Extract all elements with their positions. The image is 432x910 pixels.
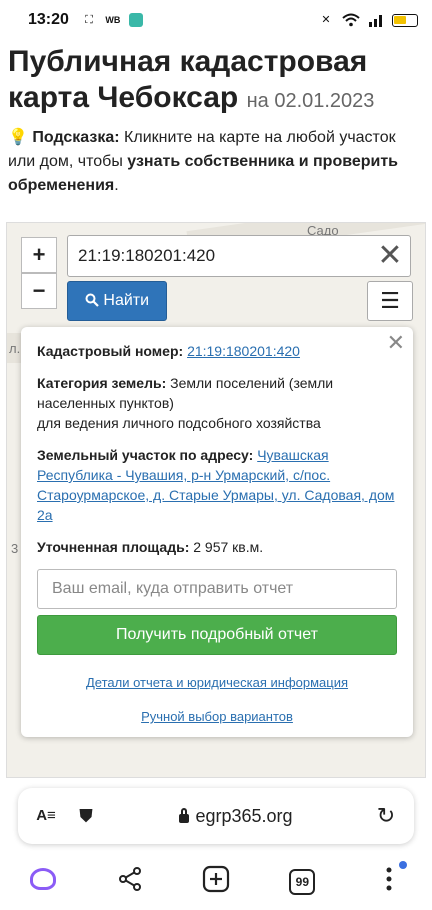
map-road-label: л. [9, 341, 21, 356]
hint-end: . [114, 177, 119, 194]
more-menu-icon[interactable] [373, 861, 407, 895]
app-notification-icon [128, 13, 143, 27]
url-field[interactable]: egrp365.org [179, 805, 293, 827]
area-value: 2 957 кв.м. [193, 539, 264, 555]
zoom-in-button[interactable]: + [21, 237, 57, 273]
share-icon[interactable] [114, 863, 146, 895]
area-row: Уточненная площадь: 2 957 кв.м. [37, 537, 397, 557]
lock-icon [179, 807, 190, 823]
search-icon [85, 293, 99, 307]
hint: 💡 Подсказка: Кликните на карте на любой … [8, 126, 424, 198]
category-label: Категория земель: [37, 375, 167, 391]
lightbulb-icon: 💡 [8, 129, 28, 146]
tabs-button[interactable]: 99 [286, 863, 318, 895]
find-button-label: Найти [103, 292, 150, 309]
report-details-link[interactable]: Детали отчета и юридическая информация [37, 673, 397, 693]
reader-mode-icon[interactable]: A≡ [32, 802, 60, 830]
mute-icon: ✕ [321, 14, 331, 26]
alice-assistant-icon[interactable] [27, 863, 59, 895]
cadastral-number-link[interactable]: 21:19:180201:420 [187, 343, 300, 359]
signal-icon [369, 15, 382, 27]
hint-label: Подсказка: [32, 129, 120, 146]
search-value: 21:19:180201:420 [78, 246, 216, 265]
notification-icon: ⛶ [85, 14, 93, 26]
manual-selection-link[interactable]: Ручной выбор вариантов [37, 707, 397, 727]
map-road-label: 3 [11, 541, 19, 556]
email-field[interactable] [37, 569, 397, 609]
parcel-info-popup: ✕ Кадастровый номер: 21:19:180201:420 Ка… [21, 327, 413, 737]
cadastral-label: Кадастровый номер: [37, 343, 184, 359]
cadastral-map[interactable]: Садо л. 3 + − 21:19:180201:420 ✕ Найти ☰… [6, 222, 426, 778]
find-button[interactable]: Найти [67, 281, 167, 321]
land-category-row: Категория земель: Земли поселений (земли… [37, 373, 397, 433]
area-label: Уточненная площадь: [37, 539, 190, 555]
wb-app-icon: WB [105, 15, 121, 25]
clock: 13:20 [28, 11, 69, 28]
close-popup-icon[interactable]: ✕ [387, 332, 405, 354]
address-label: Земельный участок по адресу: [37, 447, 254, 463]
clear-search-icon[interactable]: ✕ [376, 241, 404, 271]
new-tab-icon[interactable] [200, 863, 232, 895]
zoom-out-button[interactable]: − [21, 273, 57, 309]
notification-dot [398, 861, 407, 869]
page-title: Публичная кадастровая карта Чебоксар на … [8, 44, 424, 119]
category-use: для ведения личного подсобного хозяйства [37, 415, 321, 431]
get-report-button[interactable]: Получить подробный отчет [37, 615, 397, 655]
reload-icon[interactable]: ↻ [372, 802, 400, 830]
tabs-count: 99 [289, 869, 316, 895]
battery-icon [392, 13, 418, 27]
address-row: Земельный участок по адресу: Чувашская Р… [37, 445, 397, 525]
page-date: на 02.01.2023 [246, 90, 375, 112]
menu-button[interactable]: ☰ [367, 281, 413, 321]
cadastral-number-row: Кадастровый номер: 21:19:180201:420 [37, 341, 397, 361]
url-text: egrp365.org [195, 805, 293, 826]
browser-address-bar: A≡ ⛊ egrp365.org ↻ [18, 788, 414, 844]
browser-bottom-nav: 99 [0, 852, 432, 906]
shield-badge-icon[interactable]: ⛊ [72, 802, 100, 830]
wifi-icon [342, 13, 360, 27]
status-bar: 13:20 ⛶ WB ✕ [0, 0, 432, 40]
cadastral-search-input[interactable]: 21:19:180201:420 ✕ [67, 235, 411, 277]
